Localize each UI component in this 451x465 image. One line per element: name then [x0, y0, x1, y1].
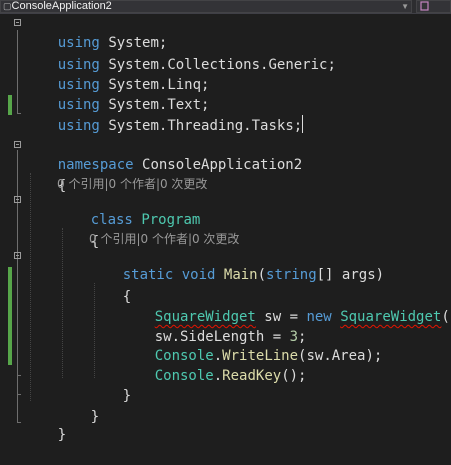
code-line[interactable]: using System;: [24, 13, 451, 51]
code-line[interactable]: using System.Threading.Tasks;: [24, 95, 451, 134]
collapse-toggle-icon[interactable]: [14, 141, 21, 148]
code-line[interactable]: using System.Text;: [24, 75, 451, 113]
outline-guide-end: [17, 394, 21, 395]
collapse-toggle-icon[interactable]: [14, 252, 21, 259]
code-line[interactable]: static void Main(string[] args): [89, 245, 451, 283]
project-icon: ▢: [3, 1, 12, 11]
outline-guide: [17, 150, 18, 423]
outline-guide: [17, 30, 18, 114]
code-line[interactable]: Console.ReadKey();: [121, 346, 451, 384]
change-indicator: [8, 267, 12, 365]
outline-guide-end: [17, 375, 21, 376]
code-line[interactable]: namespace ConsoleApplication2: [24, 135, 451, 173]
project-dropdown[interactable]: ▢ConsoleApplication2 ▼: [0, 0, 412, 13]
code-line[interactable]: {: [24, 156, 451, 194]
code-line[interactable]: }: [89, 366, 451, 404]
code-editor[interactable]: using System; using System.Collections.G…: [0, 13, 451, 450]
change-indicator: [8, 95, 12, 115]
outline-guide-end: [17, 422, 21, 423]
code-line[interactable]: {: [89, 267, 451, 305]
keyword: using: [57, 118, 100, 134]
code-line[interactable]: Console.WriteLine(sw.Area);: [121, 326, 451, 364]
navigation-bar: ▢ConsoleApplication2 ▼: [0, 0, 451, 14]
collapse-toggle-icon[interactable]: [14, 196, 21, 203]
class-icon: [420, 1, 429, 11]
project-name: ConsoleApplication2: [11, 0, 112, 12]
brace: }: [57, 427, 67, 443]
code-line[interactable]: }: [24, 405, 451, 443]
outline-guide-end: [17, 113, 21, 114]
collapse-toggle-icon[interactable]: [14, 19, 21, 26]
member-dropdown[interactable]: [416, 0, 451, 13]
code-line[interactable]: class Program: [57, 190, 451, 228]
chevron-down-icon: ▼: [401, 2, 409, 11]
code-line[interactable]: SquareWidget sw = new SquareWidget();: [121, 287, 451, 325]
code-line[interactable]: using System.Linq;: [24, 55, 451, 93]
code-line[interactable]: sw.SideLength = 3;: [121, 307, 451, 345]
code-line[interactable]: using System.Collections.Generic;: [24, 35, 451, 73]
code-line[interactable]: }: [57, 387, 451, 425]
text-caret: [302, 115, 304, 133]
namespace-ref: System.Threading.Tasks;: [108, 118, 303, 134]
